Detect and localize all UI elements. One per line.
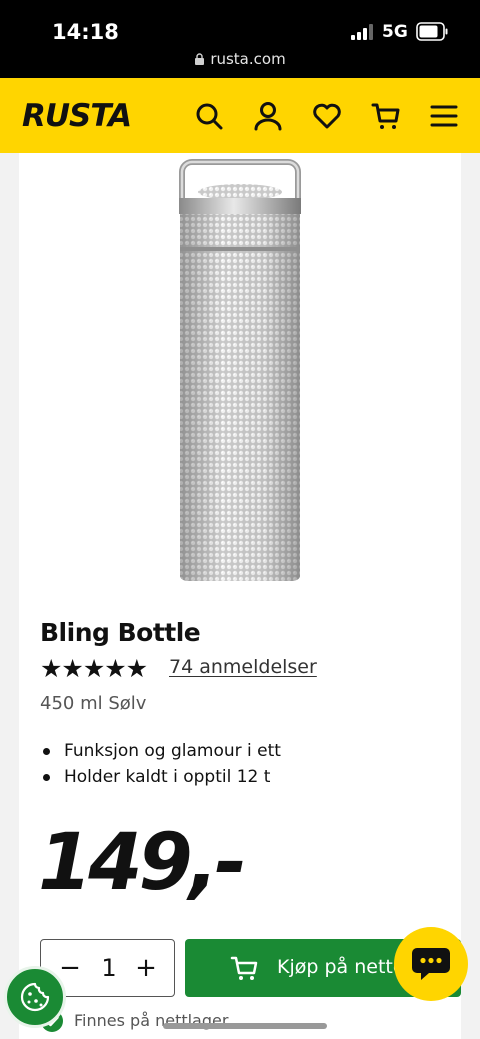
status-time: 14:18 <box>52 20 119 44</box>
quantity-increase-button[interactable]: + <box>130 948 162 988</box>
feature-item: Funksjon og glamour i ett <box>40 738 281 764</box>
home-indicator[interactable] <box>163 1023 327 1029</box>
cart-icon[interactable] <box>370 100 402 132</box>
menu-icon[interactable] <box>428 100 460 132</box>
search-icon[interactable] <box>193 100 225 132</box>
account-icon[interactable] <box>252 100 284 132</box>
signal-icon <box>351 24 373 40</box>
svg-text:RUSTA: RUSTA <box>22 98 131 134</box>
feature-item: Holder kaldt i opptil 12 t <box>40 764 281 790</box>
wishlist-icon[interactable] <box>311 100 343 132</box>
page-frame-right <box>461 153 480 1039</box>
page-frame-left <box>0 153 19 1039</box>
product-price: 149,- <box>38 818 247 908</box>
reviews-link[interactable]: 74 anmeldelser <box>169 656 317 678</box>
quantity-value[interactable]: 1 <box>93 948 125 988</box>
cookie-settings-button[interactable] <box>4 966 66 1028</box>
feature-list: Funksjon og glamour i ett Holder kaldt i… <box>40 738 281 790</box>
status-bar: 14:18 5G rusta.com <box>0 0 480 78</box>
battery-icon <box>416 22 448 41</box>
cart-icon <box>230 956 258 980</box>
lock-icon <box>195 53 205 65</box>
network-label: 5G <box>382 22 408 42</box>
site-header: RUSTA <box>0 78 480 153</box>
url-text: rusta.com <box>210 50 286 68</box>
chat-bubble-icon <box>412 948 450 980</box>
rating-stars: ★★★★★ <box>40 654 148 683</box>
url-bar[interactable]: rusta.com <box>0 50 480 68</box>
cookie-icon <box>20 982 50 1012</box>
product-title: Bling Bottle <box>40 618 201 647</box>
rusta-logo[interactable]: RUSTA <box>20 95 146 135</box>
buy-button-label: Kjøp på nettet <box>277 956 412 978</box>
product-variant: 450 ml Sølv <box>40 693 147 714</box>
product-image[interactable] <box>160 150 320 590</box>
chat-button[interactable] <box>394 927 468 1001</box>
